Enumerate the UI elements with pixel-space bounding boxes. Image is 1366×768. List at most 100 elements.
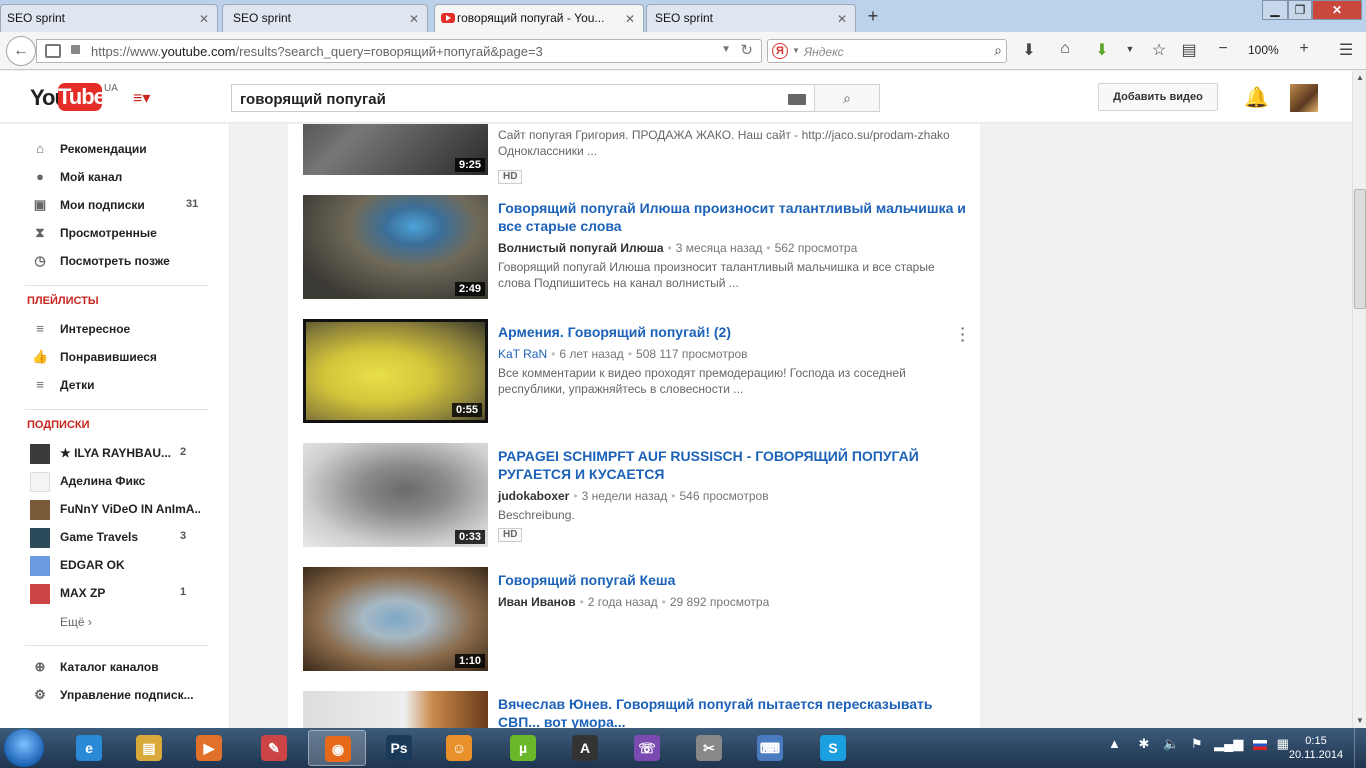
result-item[interactable]: 9:25 Сайт попугая Григория. ПРОДАЖА ЖАКО… <box>303 124 973 184</box>
subscriptions-heading[interactable]: ПОДПИСКИ <box>27 419 90 431</box>
search-button[interactable]: ⌕ <box>814 84 880 112</box>
bluetooth-icon[interactable]: ✱ <box>1139 736 1150 751</box>
sidebar-item-watch-later[interactable]: ◷ Посмотреть позже <box>30 250 220 274</box>
sidebar-item-my-channel[interactable]: ● Мой канал <box>30 166 220 190</box>
browser-tab[interactable]: SEO sprint ✕ <box>222 4 428 32</box>
sidebar-item-liked[interactable]: 👍 Понравившиеся <box>30 346 220 370</box>
result-item[interactable]: 0:55 Армения. Говорящий попугай! (2) · · ·… <box>303 319 973 423</box>
channel-link[interactable]: Иван Иванов <box>498 595 576 609</box>
close-icon[interactable]: ✕ <box>837 12 847 26</box>
video-title-link[interactable]: Вячеслав Юнев. Говорящий попугай пытаетс… <box>498 695 968 728</box>
chevron-down-icon[interactable]: ▼ <box>792 46 800 55</box>
sidebar-item-subscription[interactable]: MAX ZP 1 <box>30 582 220 606</box>
page-scrollbar[interactable]: ▲ ▼ <box>1352 71 1366 728</box>
download-icon[interactable]: ⬇ <box>1017 40 1041 60</box>
taskbar-app[interactable]: ☺ <box>430 730 488 766</box>
taskbar-app[interactable]: ⌨ <box>741 730 799 766</box>
video-thumbnail[interactable]: 0:55 <box>303 319 488 423</box>
page-info-icon[interactable] <box>45 44 61 58</box>
keyboard-icon[interactable] <box>788 94 806 105</box>
yandex-icon[interactable]: Я <box>772 43 788 59</box>
volume-icon[interactable]: 🔈 <box>1163 736 1179 751</box>
browser-tab-active[interactable]: говорящий попугай - You... ✕ <box>434 4 644 33</box>
bookmarks-icon[interactable]: ▤ <box>1177 40 1201 60</box>
minimize-button[interactable]: ▁ <box>1262 0 1288 20</box>
taskbar-app[interactable]: Ps <box>370 730 428 766</box>
network-icon[interactable]: ▂▄▆ <box>1214 736 1243 751</box>
url-bar[interactable]: https://www.youtube.com/results?search_q… <box>36 39 762 63</box>
home-icon[interactable]: ⌂ <box>1053 40 1077 58</box>
scroll-down-icon[interactable]: ▼ <box>1353 714 1366 728</box>
scroll-up-icon[interactable]: ▲ <box>1353 71 1366 85</box>
video-title-link[interactable]: Говорящий попугай Илюша произносит талан… <box>498 199 968 235</box>
sidebar-item-playlist[interactable]: ≡ Интересное <box>30 318 220 342</box>
result-item[interactable]: 1:10 Говорящий попугай Кеша Иван Иванов •… <box>303 567 973 671</box>
close-icon[interactable]: ✕ <box>199 12 209 26</box>
result-item[interactable]: 0:33 PAPAGEI SCHIMPFT AUF RUSSISCH - ГОВ… <box>303 443 973 547</box>
channel-link[interactable]: judokaboxer <box>498 489 569 503</box>
back-button[interactable]: ← <box>6 36 36 66</box>
avatar[interactable] <box>1290 84 1318 112</box>
scrollbar-thumb[interactable] <box>1354 189 1366 309</box>
video-thumbnail[interactable]: 2:49 <box>303 195 488 299</box>
channel-link[interactable]: KaT RaN <box>498 347 547 361</box>
result-item[interactable]: Вячеслав Юнев. Говорящий попугай пытаетс… <box>303 691 973 728</box>
browser-tab[interactable]: SEO sprint ✕ <box>0 4 218 32</box>
result-item[interactable]: 2:49 Говорящий попугай Илюша произносит … <box>303 195 973 299</box>
close-icon[interactable]: ✕ <box>625 12 635 26</box>
taskbar-app[interactable]: S <box>804 730 862 766</box>
bookmark-star-icon[interactable]: ☆ <box>1147 40 1171 60</box>
more-actions-icon[interactable]: · · · <box>958 321 968 347</box>
zoom-in-icon[interactable]: + <box>1292 40 1316 58</box>
taskbar-app[interactable]: ▶ <box>180 730 238 766</box>
chevron-down-icon[interactable]: ▼ <box>721 44 731 55</box>
start-button[interactable] <box>4 729 44 767</box>
chevron-down-icon[interactable]: ▼ <box>1118 44 1142 54</box>
maximize-button[interactable]: ❐ <box>1288 0 1312 20</box>
browser-tab[interactable]: SEO sprint ✕ <box>646 4 856 32</box>
taskbar-app[interactable]: e <box>60 730 118 766</box>
language-flag-icon[interactable] <box>1252 739 1267 750</box>
guide-menu-icon[interactable]: ≡▾ <box>133 88 157 107</box>
show-more-link[interactable]: Ещё › <box>60 615 92 629</box>
sidebar-item-subscriptions[interactable]: ▣ Мои подписки 31 <box>30 194 220 218</box>
upload-button[interactable]: Добавить видео <box>1098 83 1218 111</box>
playlists-heading[interactable]: ПЛЕЙЛИСТЫ <box>27 295 99 307</box>
zoom-out-icon[interactable]: − <box>1211 40 1235 58</box>
sidebar-item-recommended[interactable]: ⌂ Рекомендации <box>30 138 220 162</box>
search-input[interactable]: говорящий попугай <box>231 84 815 112</box>
video-thumbnail[interactable]: 0:33 <box>303 443 488 547</box>
sidebar-item-playlist[interactable]: ≡ Детки <box>30 374 220 398</box>
menu-icon[interactable]: ☰ <box>1334 40 1358 60</box>
taskbar-app[interactable]: ✂ <box>680 730 738 766</box>
channel-link[interactable]: Волнистый попугай Илюша <box>498 241 664 255</box>
system-clock[interactable]: 0:15 20.11.2014 <box>1286 734 1346 762</box>
sidebar-item-history[interactable]: ⧗ Просмотренные <box>30 222 220 246</box>
sidebar-item-subscription[interactable]: FuNnY ViDeO IN AnImA... <box>30 498 220 522</box>
sidebar-item-subscription[interactable]: Game Travels 3 <box>30 526 220 550</box>
show-desktop-button[interactable] <box>1354 728 1366 768</box>
video-thumbnail[interactable] <box>303 691 488 728</box>
taskbar-app[interactable]: ◉ <box>308 730 366 766</box>
sidebar-item-subscription[interactable]: EDGAR OK <box>30 554 220 578</box>
sidebar-item-channel-catalog[interactable]: ⊕ Каталог каналов <box>30 656 220 680</box>
taskbar-app[interactable]: ☏ <box>618 730 676 766</box>
sidebar-item-manage-subscriptions[interactable]: ⚙ Управление подписк... <box>30 684 220 708</box>
video-title-link[interactable]: Армения. Говорящий попугай! (2) <box>498 323 968 341</box>
taskbar-app[interactable]: ✎ <box>245 730 303 766</box>
show-hidden-icons[interactable]: ▲ <box>1108 736 1121 751</box>
sidebar-item-subscription[interactable]: ★ ILYA RAYHBAU... 2 <box>30 442 220 466</box>
browser-search-box[interactable]: Я ▼ Яндекс ⌕ <box>767 39 1007 63</box>
bell-icon[interactable]: 🔔 <box>1244 85 1269 110</box>
search-icon[interactable]: ⌕ <box>994 42 1002 59</box>
close-icon[interactable]: ✕ <box>409 12 419 26</box>
zoom-level[interactable]: 100% <box>1248 43 1279 57</box>
taskbar-app[interactable]: A <box>556 730 614 766</box>
video-title-link[interactable]: PAPAGEI SCHIMPFT AUF RUSSISCH - ГОВОРЯЩИ… <box>498 447 968 483</box>
video-thumbnail[interactable]: 9:25 <box>303 124 488 175</box>
new-tab-button[interactable]: + <box>860 6 886 28</box>
window-close-button[interactable]: ✕ <box>1312 0 1362 20</box>
video-title-link[interactable]: Говорящий попугай Кеша <box>498 571 968 589</box>
reload-icon[interactable]: ↻ <box>740 41 753 59</box>
flag-icon[interactable]: ⚑ <box>1191 736 1203 751</box>
